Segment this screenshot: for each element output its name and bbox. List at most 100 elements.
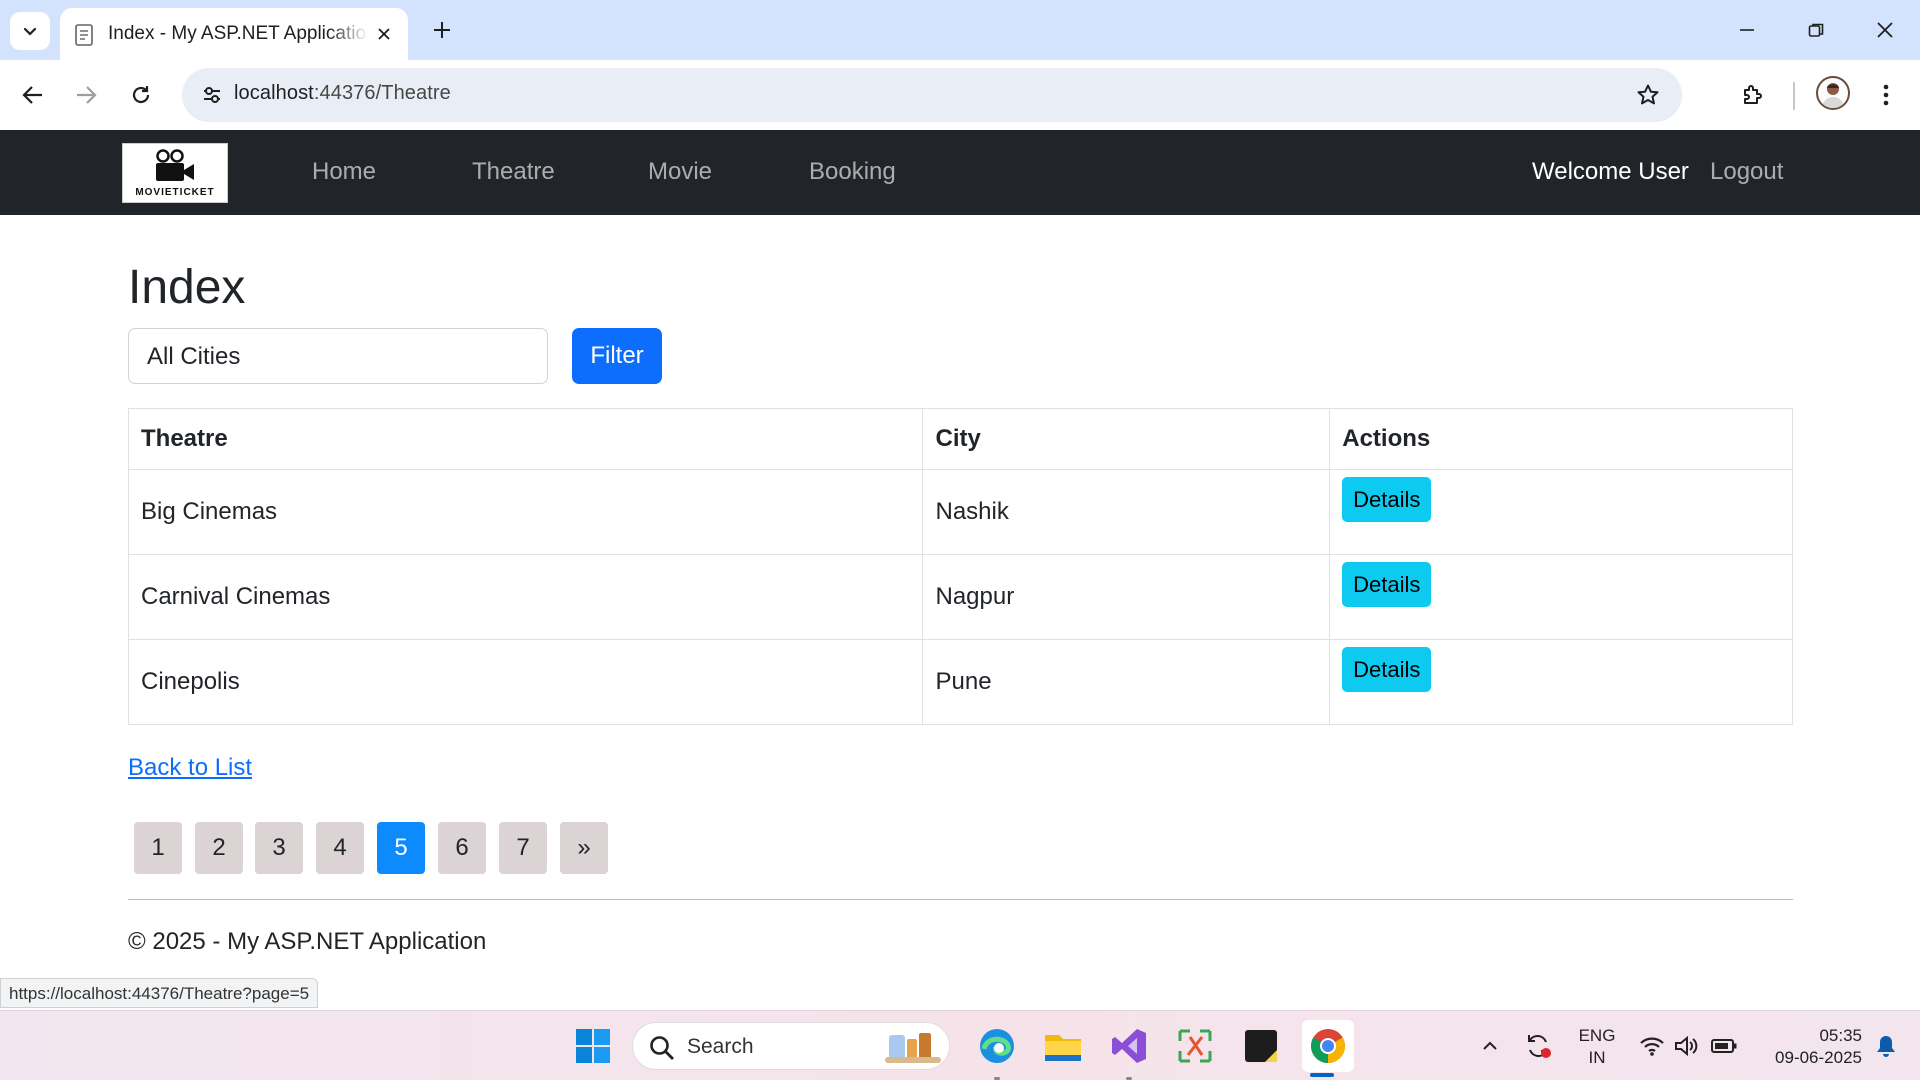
table-row: Carnival Cinemas Nagpur Details (127, 554, 1793, 640)
logout-link[interactable]: Logout (1710, 158, 1783, 186)
page-button-4[interactable]: 4 (316, 822, 364, 874)
edge-browser-icon[interactable] (976, 1025, 1018, 1067)
forward-button[interactable] (68, 77, 104, 113)
toolbar-divider (1793, 82, 1795, 110)
tab-search-button[interactable] (10, 12, 50, 50)
table-row: Cinepolis Pune Details (127, 639, 1793, 725)
menu-button[interactable] (1868, 77, 1904, 113)
column-header-theatre: Theatre (127, 408, 924, 470)
nav-link-booking[interactable]: Booking (809, 158, 896, 186)
reload-icon (132, 86, 150, 104)
page-button-2[interactable]: 2 (195, 822, 243, 874)
language-indicator[interactable]: ENG IN (1572, 1025, 1622, 1069)
filter-button[interactable]: Filter (572, 328, 662, 384)
link-status-bubble: https://localhost:44376/Theatre?page=5 (0, 978, 319, 1008)
brand-text: MOVIETICKET (135, 187, 215, 198)
reload-button[interactable] (123, 77, 159, 113)
system-clock[interactable]: 05:35 09-06-2025 (1752, 1025, 1862, 1069)
page-title: Index (128, 261, 246, 314)
page-button-3[interactable]: 3 (255, 822, 303, 874)
language-region: IN (1588, 1048, 1606, 1067)
url-host: localhost (234, 82, 314, 104)
sync-icon[interactable] (1518, 1025, 1558, 1067)
theatre-name-cell: Carnival Cinemas (127, 554, 924, 640)
back-button[interactable] (15, 77, 51, 113)
sticky-notes-icon[interactable] (1240, 1025, 1282, 1067)
next-page-button[interactable]: » (560, 822, 608, 874)
nav-link-movie[interactable]: Movie (648, 158, 712, 186)
column-header-actions: Actions (1329, 408, 1793, 470)
city-filter-select[interactable]: All Cities (128, 328, 548, 384)
search-icon (650, 1036, 674, 1060)
details-button[interactable]: Details (1342, 647, 1432, 692)
browser-tab-strip: Index - My ASP.NET Application (0, 0, 1920, 60)
volume-icon[interactable] (1666, 1025, 1706, 1067)
city-cell: Nagpur (922, 554, 1331, 640)
language-code: ENG (1578, 1026, 1616, 1045)
theatre-name-cell: Cinepolis (127, 639, 924, 725)
file-explorer-icon[interactable] (1042, 1025, 1084, 1067)
plus-icon (434, 22, 450, 38)
url-text[interactable]: localhost:44376/Theatre (234, 82, 451, 105)
page-button-1[interactable]: 1 (134, 822, 182, 874)
city-cell: Pune (922, 639, 1331, 725)
clock-date: 09-06-2025 (1775, 1048, 1862, 1067)
column-header-city: City (922, 408, 1331, 470)
minimize-button[interactable] (1724, 10, 1770, 50)
page-button-7[interactable]: 7 (499, 822, 547, 874)
windows-taskbar: Search ENG IN 05:35 09-06-2025 (0, 1010, 1920, 1080)
clock-time: 05:35 (1819, 1026, 1862, 1045)
extensions-button[interactable] (1735, 77, 1771, 113)
page-button-6[interactable]: 6 (438, 822, 486, 874)
arrow-right-icon (77, 86, 97, 104)
profile-photo (1822, 83, 1844, 108)
address-bar[interactable]: localhost:44376/Theatre (182, 68, 1682, 122)
actions-cell: Details (1329, 469, 1793, 555)
battery-icon[interactable] (1704, 1025, 1744, 1067)
bookmark-star-icon[interactable] (1630, 77, 1666, 113)
tab-title: Index - My ASP.NET Application (108, 23, 368, 44)
browser-tab-active[interactable]: Index - My ASP.NET Application (60, 8, 408, 60)
nav-link-home[interactable]: Home (312, 158, 376, 186)
footer-divider (128, 899, 1793, 900)
table-row: Big Cinemas Nashik Details (127, 469, 1793, 555)
footer-copyright: © 2025 - My ASP.NET Application (128, 928, 487, 955)
restore-button[interactable] (1793, 10, 1839, 50)
windows-start-icon[interactable] (572, 1025, 614, 1067)
site-navbar: MOVIETICKET Home Theatre Movie Booking W… (0, 130, 1920, 215)
puzzle-icon (1744, 85, 1762, 104)
chrome-icon-active[interactable] (1302, 1020, 1354, 1072)
profile-avatar[interactable] (1816, 76, 1850, 110)
notification-bell-icon[interactable] (1866, 1025, 1906, 1067)
restore-icon (1808, 23, 1824, 37)
tab-close-icon[interactable] (372, 22, 396, 46)
search-placeholder: Search (687, 1035, 754, 1058)
close-window-button[interactable] (1862, 10, 1908, 50)
movie-camera-icon (156, 149, 194, 181)
visual-studio-icon[interactable] (1108, 1025, 1150, 1067)
chevron-up-icon[interactable] (1470, 1025, 1510, 1067)
welcome-user-text: Welcome User (1532, 158, 1689, 185)
site-info-button[interactable] (194, 77, 230, 113)
theatre-name-cell: Big Cinemas (127, 469, 924, 555)
details-button[interactable]: Details (1342, 477, 1432, 522)
brand-logo[interactable]: MOVIETICKET (122, 143, 228, 203)
minimize-icon (1740, 29, 1754, 31)
url-path: :44376/Theatre (313, 82, 451, 104)
theatre-table: Theatre City Actions Big Cinemas Nashik … (127, 408, 1793, 725)
back-to-list-link[interactable]: Back to List (128, 754, 252, 782)
search-highlight-icon (885, 1033, 941, 1063)
chevron-down-icon (23, 27, 37, 36)
actions-cell: Details (1329, 554, 1793, 640)
taskbar-search-box[interactable]: Search (632, 1022, 950, 1070)
nav-link-theatre[interactable]: Theatre (472, 158, 555, 186)
document-favicon-icon (75, 24, 93, 46)
browser-toolbar: localhost:44376/Theatre (0, 60, 1920, 130)
new-tab-button[interactable] (424, 12, 460, 48)
arrow-left-icon (22, 86, 42, 104)
more-vertical-icon (1883, 84, 1889, 106)
details-button[interactable]: Details (1342, 562, 1432, 607)
page-button-5-current[interactable]: 5 (377, 822, 425, 874)
close-icon (1877, 22, 1893, 38)
snipping-tool-icon[interactable] (1174, 1025, 1216, 1067)
